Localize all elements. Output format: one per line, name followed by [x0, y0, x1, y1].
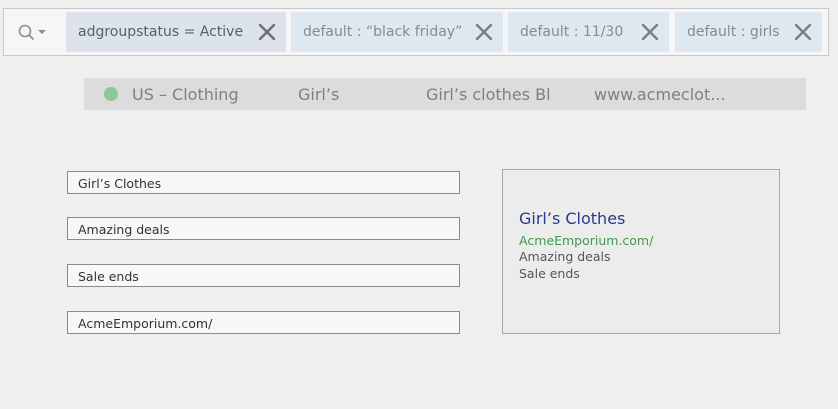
filter-chip-label: adgroupstatus = Active: [78, 24, 244, 40]
status-dot-icon: [104, 87, 118, 101]
preview-headline: Girl’s Clothes: [519, 209, 626, 228]
description-line-2-field[interactable]: Sale ends: [67, 264, 460, 287]
search-dropdown-button[interactable]: [16, 21, 56, 45]
close-icon[interactable]: [637, 19, 663, 45]
filter-chip-black-friday[interactable]: default : “black friday”: [291, 12, 503, 52]
preview-description-line-1: Amazing deals: [519, 249, 611, 264]
caret-down-icon: [38, 30, 46, 34]
description-line-1-field[interactable]: Amazing deals: [67, 217, 460, 240]
preview-display-url: AcmeEmporium.com/: [519, 233, 654, 248]
filter-chip-label: default : girls: [687, 24, 780, 40]
display-url-field[interactable]: AcmeEmporium.com/: [67, 311, 460, 334]
filter-chip-label: default : “black friday”: [303, 24, 463, 40]
filter-bar: adgroupstatus = Active default : “black …: [3, 8, 829, 56]
ad-group-row[interactable]: US – Clothing Girl’s Girl’s clothes Bl w…: [84, 78, 806, 110]
magnifier-icon: [18, 24, 46, 40]
filter-chip-adgroupstatus[interactable]: adgroupstatus = Active: [66, 12, 286, 52]
display-url-cell: www.acmeclot...: [594, 85, 726, 104]
filter-chip-date[interactable]: default : 11/30: [508, 12, 669, 52]
ad-preview: Girl’s Clothes AcmeEmporium.com/ Amazing…: [502, 169, 780, 334]
headline-field[interactable]: Girl’s Clothes: [67, 171, 460, 194]
ad-group-cell: Girl’s: [298, 85, 340, 104]
preview-description-line-2: Sale ends: [519, 266, 580, 281]
filter-chip-girls[interactable]: default : girls: [675, 12, 822, 52]
filter-chip-label: default : 11/30: [520, 24, 624, 40]
close-icon[interactable]: [790, 19, 816, 45]
close-icon[interactable]: [254, 19, 280, 45]
close-icon[interactable]: [471, 19, 497, 45]
campaign-cell: US – Clothing: [132, 85, 239, 104]
headline-cell: Girl’s clothes Bl: [426, 85, 551, 104]
